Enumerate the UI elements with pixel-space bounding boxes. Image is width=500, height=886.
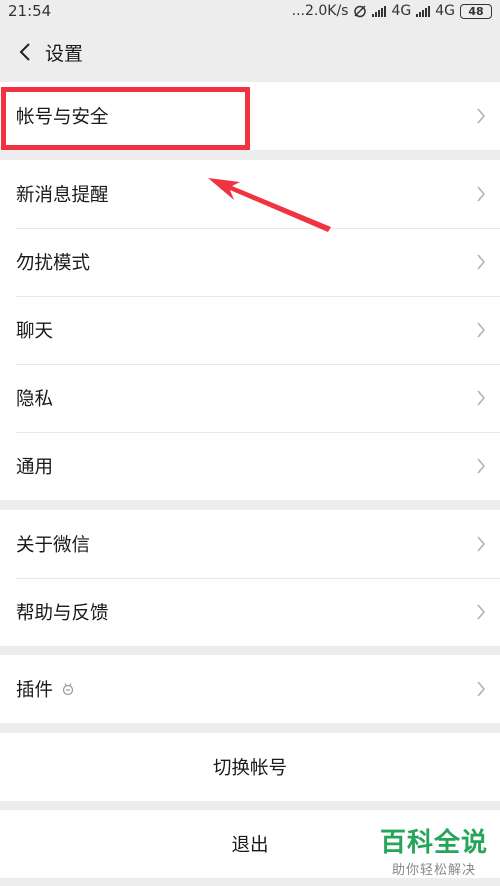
- chevron-right-icon: [477, 108, 486, 124]
- list-item-label: 新消息提醒: [16, 185, 109, 206]
- watermark-subtitle: 助你轻松解决: [391, 863, 476, 878]
- settings-group-about: 关于微信 帮助与反馈: [0, 510, 500, 646]
- chevron-right-icon: [477, 390, 486, 406]
- list-item-label: 关于微信: [16, 535, 91, 556]
- signal-icon-2: [416, 5, 431, 17]
- chevron-right-icon: [477, 536, 486, 552]
- plugin-badge-icon: [62, 683, 74, 696]
- network-type-2: 4G: [435, 3, 455, 19]
- status-icons: ...2.0K/s 4G 4G 48: [292, 3, 492, 19]
- settings-group-account: 帐号与安全: [0, 82, 500, 150]
- logout-label: 退出: [231, 835, 269, 856]
- list-item-about-wechat[interactable]: 关于微信: [0, 510, 500, 578]
- list-item-label: 聊天: [16, 321, 54, 342]
- chevron-right-icon: [477, 322, 486, 338]
- signal-icon-1: [372, 5, 387, 17]
- list-item-chat[interactable]: 聊天: [0, 296, 500, 364]
- list-item-label: 通用: [16, 457, 54, 478]
- watermark-logo: 百科全说 助你轻松解决: [380, 822, 488, 878]
- list-item-label: 插件: [16, 680, 54, 701]
- chevron-right-icon: [477, 681, 486, 697]
- network-type-1: 4G: [391, 3, 412, 19]
- switch-account-label: 切换帐号: [212, 758, 287, 779]
- annotation-arrow-icon: [208, 178, 331, 232]
- list-item-privacy[interactable]: 隐私: [0, 364, 500, 432]
- switch-account-group: 切换帐号: [0, 733, 500, 801]
- list-item-general[interactable]: 通用: [0, 432, 500, 500]
- list-item-help-feedback[interactable]: 帮助与反馈: [0, 578, 500, 646]
- status-bar: 21:54 ...2.0K/s 4G 4G 48: [0, 0, 500, 22]
- nav-bar: 设置: [0, 22, 500, 82]
- watermark-title: 百科全说: [379, 828, 488, 858]
- list-item-plugins[interactable]: 插件: [0, 655, 500, 723]
- chevron-right-icon: [477, 186, 486, 202]
- page-title: 设置: [45, 42, 84, 65]
- status-time: 21:54: [8, 2, 52, 20]
- list-item-account-security[interactable]: 帐号与安全: [0, 82, 500, 150]
- switch-account-button[interactable]: 切换帐号: [0, 733, 500, 801]
- list-item-label: 帮助与反馈: [16, 603, 109, 624]
- network-speed: ...2.0K/s: [291, 3, 349, 19]
- settings-group-plugins: 插件: [0, 655, 500, 723]
- chevron-right-icon: [477, 458, 486, 474]
- list-item-label: 勿扰模式: [16, 253, 91, 274]
- chevron-right-icon: [477, 254, 486, 270]
- chevron-right-icon: [477, 604, 486, 620]
- list-item-label: 隐私: [16, 389, 54, 410]
- battery-icon: 48: [460, 3, 492, 19]
- back-button[interactable]: [8, 32, 42, 72]
- alarm-mute-icon: [354, 5, 367, 18]
- back-arrow-icon: [19, 43, 30, 61]
- list-item-label: 帐号与安全: [16, 107, 109, 128]
